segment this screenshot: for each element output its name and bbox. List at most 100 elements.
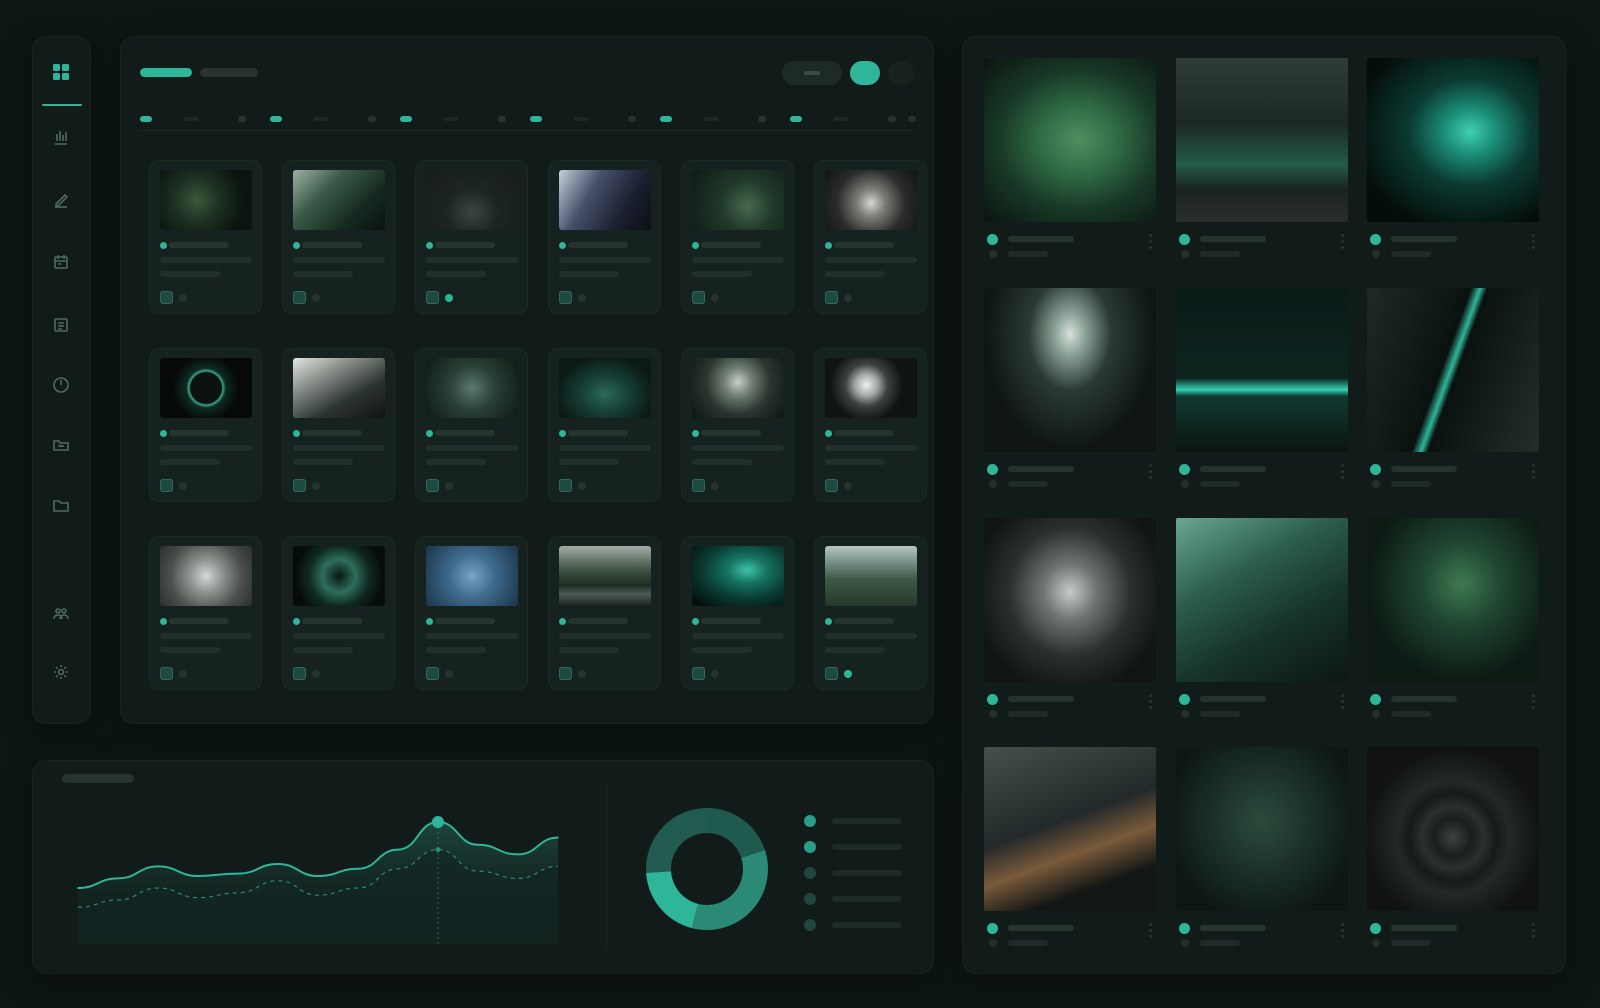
sidebar-item-list-document[interactable] <box>46 310 76 340</box>
gallery-image-cave-skylight-vines[interactable] <box>984 288 1156 452</box>
card-image-icon[interactable] <box>825 479 838 492</box>
ruler-marker[interactable] <box>790 116 802 122</box>
sidebar-item-bar-chart[interactable] <box>46 121 76 151</box>
sidebar-item-dashboard-grid[interactable] <box>46 57 76 87</box>
card-thumbnail-dark-glass-bottle[interactable] <box>426 170 518 230</box>
media-card[interactable] <box>415 348 528 502</box>
highlight-point[interactable] <box>432 816 444 828</box>
more-options-icon[interactable] <box>1341 234 1344 237</box>
more-options-icon[interactable] <box>1341 464 1344 467</box>
ruler-marker[interactable] <box>660 116 672 122</box>
card-image-icon[interactable] <box>160 291 173 304</box>
media-card[interactable] <box>548 160 661 314</box>
gallery-image-green-wave-lines[interactable] <box>1176 518 1348 682</box>
sidebar-item-inbox-folder[interactable] <box>46 429 76 459</box>
more-options-icon[interactable] <box>1532 700 1535 703</box>
toggle-filter[interactable] <box>782 61 842 85</box>
more-options-icon[interactable] <box>1532 464 1535 467</box>
media-card[interactable] <box>282 348 395 502</box>
more-options-icon[interactable] <box>1341 246 1344 249</box>
sidebar-item-edit-pencil[interactable] <box>46 184 76 214</box>
media-card[interactable] <box>681 536 794 690</box>
card-image-icon[interactable] <box>426 479 439 492</box>
more-options-icon[interactable] <box>1149 923 1152 926</box>
card-image-icon[interactable] <box>426 291 439 304</box>
ruler-marker[interactable] <box>140 116 152 122</box>
card-thumbnail-dark-green-foliage[interactable] <box>160 170 252 230</box>
more-options-icon[interactable] <box>1149 700 1152 703</box>
card-image-icon[interactable] <box>692 291 705 304</box>
sidebar-item-calendar[interactable] <box>46 247 76 277</box>
media-card[interactable] <box>415 160 528 314</box>
donut-slice[interactable] <box>707 808 766 858</box>
toggle-view-on[interactable] <box>850 61 880 85</box>
more-options-icon[interactable] <box>1341 470 1344 473</box>
media-card[interactable] <box>149 536 262 690</box>
card-thumbnail-cave-opening-round[interactable] <box>692 358 784 418</box>
card-thumbnail-mossy-cave[interactable] <box>426 358 518 418</box>
card-thumbnail-misty-landscape[interactable] <box>825 546 917 606</box>
card-thumbnail-leaves-and-stone[interactable] <box>293 170 385 230</box>
media-card[interactable] <box>282 536 395 690</box>
card-image-icon[interactable] <box>825 667 838 680</box>
card-thumbnail-spiral-shell[interactable] <box>293 546 385 606</box>
more-options-icon[interactable] <box>1149 470 1152 473</box>
more-options-icon[interactable] <box>1149 246 1152 249</box>
gallery-image-water-drop-ripples[interactable] <box>1367 747 1539 911</box>
ruler-marker[interactable] <box>270 116 282 122</box>
card-thumbnail-river-forest[interactable] <box>559 546 651 606</box>
media-card[interactable] <box>548 348 661 502</box>
more-options-icon[interactable] <box>1341 476 1344 479</box>
card-image-icon[interactable] <box>692 667 705 680</box>
card-thumbnail-architecture-angles[interactable] <box>293 358 385 418</box>
more-options-icon[interactable] <box>1532 234 1535 237</box>
more-options-icon[interactable] <box>1149 706 1152 709</box>
more-options-icon[interactable] <box>1149 935 1152 938</box>
card-image-icon[interactable] <box>293 667 306 680</box>
more-options-icon[interactable] <box>1532 476 1535 479</box>
ruler-marker[interactable] <box>530 116 542 122</box>
more-options-icon[interactable] <box>1341 923 1344 926</box>
more-options-icon[interactable] <box>1532 240 1535 243</box>
more-options-icon[interactable] <box>1532 935 1535 938</box>
more-options-icon[interactable] <box>1341 240 1344 243</box>
more-options-icon[interactable] <box>1149 464 1152 467</box>
card-image-icon[interactable] <box>825 291 838 304</box>
more-options-icon[interactable] <box>1532 694 1535 697</box>
card-thumbnail-green-heart-shape[interactable] <box>559 358 651 418</box>
card-thumbnail-pearl-sphere[interactable] <box>825 358 917 418</box>
toggle-view-off[interactable] <box>888 61 914 85</box>
card-thumbnail-blue-abstract[interactable] <box>426 546 518 606</box>
media-card[interactable] <box>814 536 927 690</box>
more-options-icon[interactable] <box>1341 706 1344 709</box>
media-card[interactable] <box>681 348 794 502</box>
card-thumbnail-glowing-ring[interactable] <box>160 358 252 418</box>
card-image-icon[interactable] <box>293 479 306 492</box>
more-options-icon[interactable] <box>1341 935 1344 938</box>
more-options-icon[interactable] <box>1341 694 1344 697</box>
gallery-image-wet-green-leaf[interactable] <box>984 58 1156 222</box>
card-image-icon[interactable] <box>426 667 439 680</box>
sidebar-item-team-users[interactable] <box>46 598 76 628</box>
media-card[interactable] <box>282 160 395 314</box>
more-options-icon[interactable] <box>1149 240 1152 243</box>
gallery-image-laptop-on-stone[interactable] <box>984 518 1156 682</box>
media-card[interactable] <box>149 348 262 502</box>
more-options-icon[interactable] <box>1149 234 1152 237</box>
tab-active[interactable] <box>140 68 192 77</box>
media-card[interactable] <box>415 536 528 690</box>
card-image-icon[interactable] <box>160 667 173 680</box>
sidebar-item-folder[interactable] <box>46 490 76 520</box>
media-card[interactable] <box>149 160 262 314</box>
donut-slice[interactable] <box>646 808 707 873</box>
sidebar-item-clock[interactable] <box>46 370 76 400</box>
card-image-icon[interactable] <box>692 479 705 492</box>
card-thumbnail-modern-interior-blue[interactable] <box>559 170 651 230</box>
gallery-image-dark-building-facade[interactable] <box>984 747 1156 911</box>
media-card[interactable] <box>681 160 794 314</box>
card-thumbnail-ceramic-bowls-round[interactable] <box>825 170 917 230</box>
sidebar-item-settings-gear[interactable] <box>46 657 76 687</box>
more-options-icon[interactable] <box>1532 923 1535 926</box>
media-card[interactable] <box>548 536 661 690</box>
gallery-image-dark-bottle-leaves[interactable] <box>1176 747 1348 911</box>
